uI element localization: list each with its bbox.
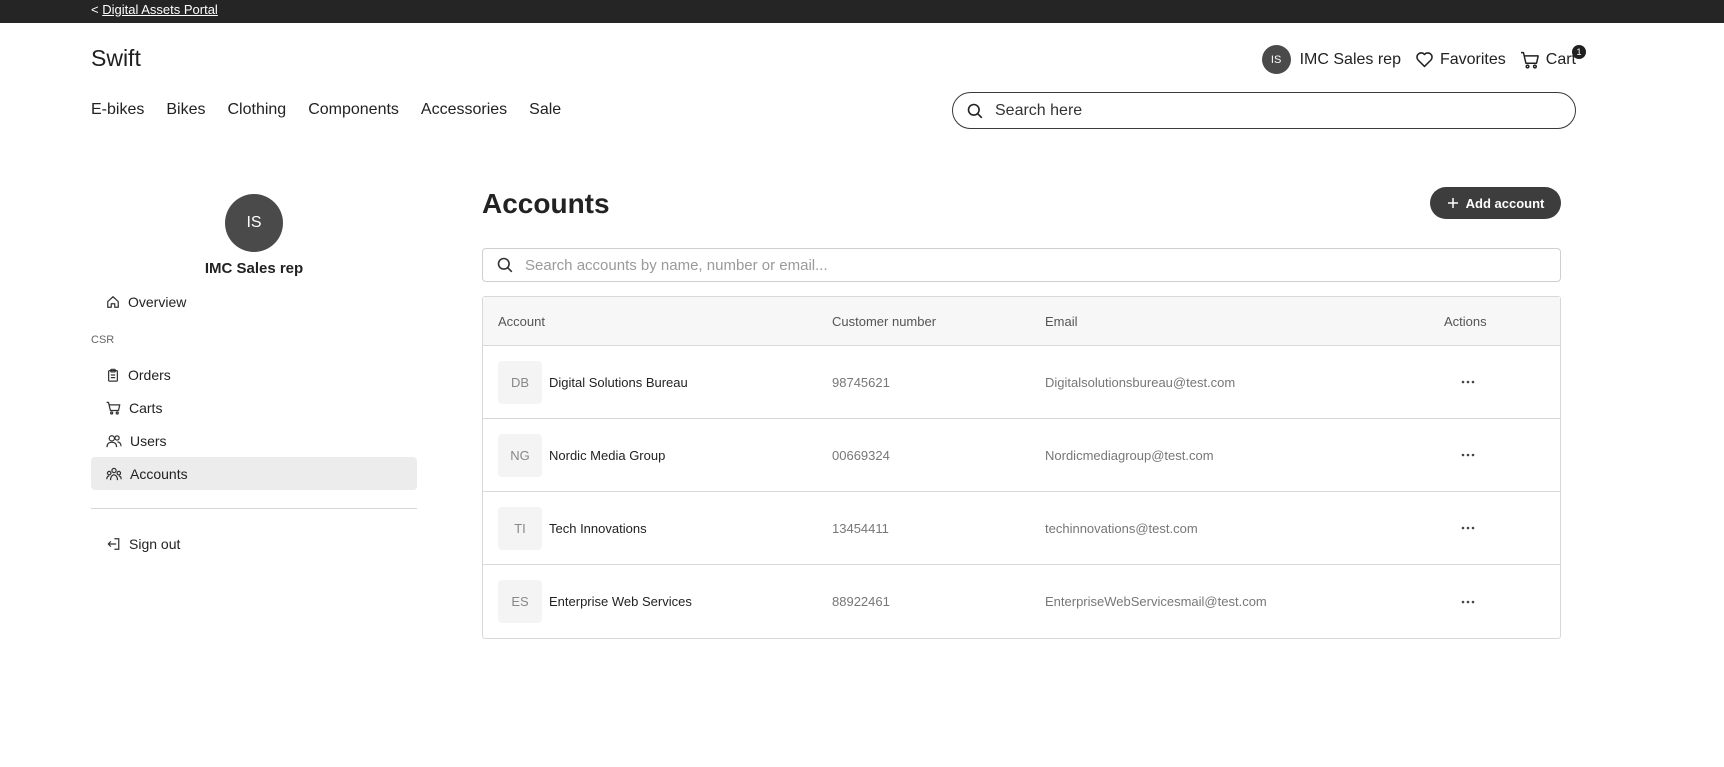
sidebar-item-label: Accounts (130, 465, 188, 482)
nav-item-bikes[interactable]: Bikes (166, 101, 205, 119)
accounts-icon (106, 467, 122, 481)
column-header-account: Account (498, 313, 545, 329)
heart-icon (1415, 51, 1434, 68)
table-row[interactable]: ES Enterprise Web Services 88922461 Ente… (483, 565, 1560, 638)
account-initials: DB (498, 360, 542, 404)
accounts-table: Account Customer number Email Actions DB… (482, 296, 1561, 639)
account-email: techinnovations@test.com (1045, 520, 1198, 536)
account-email: Nordicmediagroup@test.com (1045, 447, 1214, 463)
profile-avatar: IS (225, 194, 283, 252)
cart-link[interactable]: Cart 1 (1520, 44, 1586, 69)
page-title: Accounts (482, 188, 610, 219)
site-search-input[interactable] (995, 101, 1555, 120)
customer-number: 00669324 (832, 447, 890, 463)
accounts-search-input[interactable] (525, 256, 1525, 274)
sidebar-item-overview[interactable]: Overview (91, 285, 417, 318)
account-email: Digitalsolutionsbureau@test.com (1045, 374, 1236, 390)
sidebar-item-carts[interactable]: Carts (91, 391, 417, 424)
column-header-customer-number: Customer number (832, 313, 937, 329)
sidebar-item-users[interactable]: Users (91, 424, 417, 457)
cart-count-badge: 1 (1572, 44, 1586, 59)
sign-out-label: Sign out (129, 535, 181, 552)
plus-icon (1447, 197, 1459, 209)
back-arrow: < (91, 2, 103, 17)
more-icon (1461, 380, 1475, 384)
favorites-label: Favorites (1439, 50, 1506, 68)
row-actions-button[interactable] (1454, 590, 1482, 614)
account-initials: TI (498, 506, 542, 550)
sidebar-item-label: Orders (128, 366, 171, 383)
table-header: Account Customer number Email Actions (483, 297, 1560, 346)
nav-item-components[interactable]: Components (308, 101, 399, 119)
column-header-email: Email (1045, 313, 1078, 329)
sidebar-divider (91, 508, 417, 509)
row-actions-button[interactable] (1454, 370, 1482, 394)
account-initials: NG (498, 433, 542, 477)
account-initials: ES (498, 580, 542, 623)
profile-card: IS IMC Sales rep (91, 194, 417, 277)
accounts-search-box[interactable] (482, 248, 1561, 282)
sign-out-button[interactable]: Sign out (91, 527, 417, 560)
more-icon (1461, 600, 1475, 604)
favorites-link[interactable]: Favorites (1415, 51, 1506, 69)
user-name: IMC Sales rep (1299, 50, 1401, 68)
row-actions-button[interactable] (1454, 443, 1482, 467)
account-name: Tech Innovations (549, 520, 647, 536)
avatar: IS (1261, 45, 1291, 74)
nav-item-e-bikes[interactable]: E-bikes (91, 101, 144, 119)
sign-out-icon (106, 537, 121, 551)
row-actions-button[interactable] (1454, 516, 1482, 540)
add-account-label: Add account (1465, 195, 1545, 211)
table-row[interactable]: DB Digital Solutions Bureau 98745621 Dig… (483, 346, 1560, 419)
search-icon (967, 103, 983, 119)
sidebar-item-label: Carts (129, 399, 163, 416)
table-row[interactable]: TI Tech Innovations 13454411 techinnovat… (483, 492, 1560, 565)
header-actions: IS IMC Sales rep Favorites Cart 1 (1261, 44, 1586, 74)
search-icon (497, 257, 513, 273)
sidebar-item-label: Users (130, 432, 167, 449)
account-name: Digital Solutions Bureau (549, 374, 688, 390)
brand-logo[interactable]: Swift (91, 45, 141, 72)
nav-item-accessories[interactable]: Accessories (421, 101, 507, 119)
cart-icon (1520, 51, 1540, 69)
customer-number: 98745621 (832, 374, 890, 390)
sidebar-item-label: Overview (128, 293, 187, 310)
more-icon (1461, 453, 1475, 457)
sidebar-item-accounts[interactable]: Accounts (91, 457, 417, 490)
account-email: EnterpriseWebServicesmail@test.com (1045, 594, 1267, 609)
account-sidebar: IS IMC Sales rep Overview CSR Orders Car… (91, 194, 417, 560)
customer-number: 88922461 (832, 594, 890, 609)
account-name: Nordic Media Group (549, 447, 666, 463)
top-bar: < Digital Assets Portal (0, 0, 1724, 23)
cart-icon (106, 401, 121, 415)
nav-item-clothing[interactable]: Clothing (227, 101, 286, 119)
category-nav: E-bikes Bikes Clothing Components Access… (91, 101, 561, 119)
user-menu[interactable]: IS IMC Sales rep (1261, 45, 1401, 74)
customer-number: 13454411 (832, 520, 889, 536)
more-icon (1461, 526, 1475, 530)
site-search-box[interactable] (952, 92, 1576, 129)
sidebar-item-orders[interactable]: Orders (91, 358, 417, 391)
nav-item-sale[interactable]: Sale (529, 101, 561, 119)
table-row[interactable]: NG Nordic Media Group 00669324 Nordicmed… (483, 419, 1560, 492)
sidebar-section-label: CSR (91, 334, 115, 346)
account-name: Enterprise Web Services (549, 594, 692, 609)
column-header-actions: Actions (1444, 313, 1487, 329)
profile-name: IMC Sales rep (204, 260, 304, 277)
portal-link[interactable]: Digital Assets Portal (102, 2, 218, 17)
clipboard-icon (106, 368, 120, 382)
add-account-button[interactable]: Add account (1430, 187, 1561, 219)
home-icon (106, 295, 120, 309)
users-icon (106, 434, 122, 448)
